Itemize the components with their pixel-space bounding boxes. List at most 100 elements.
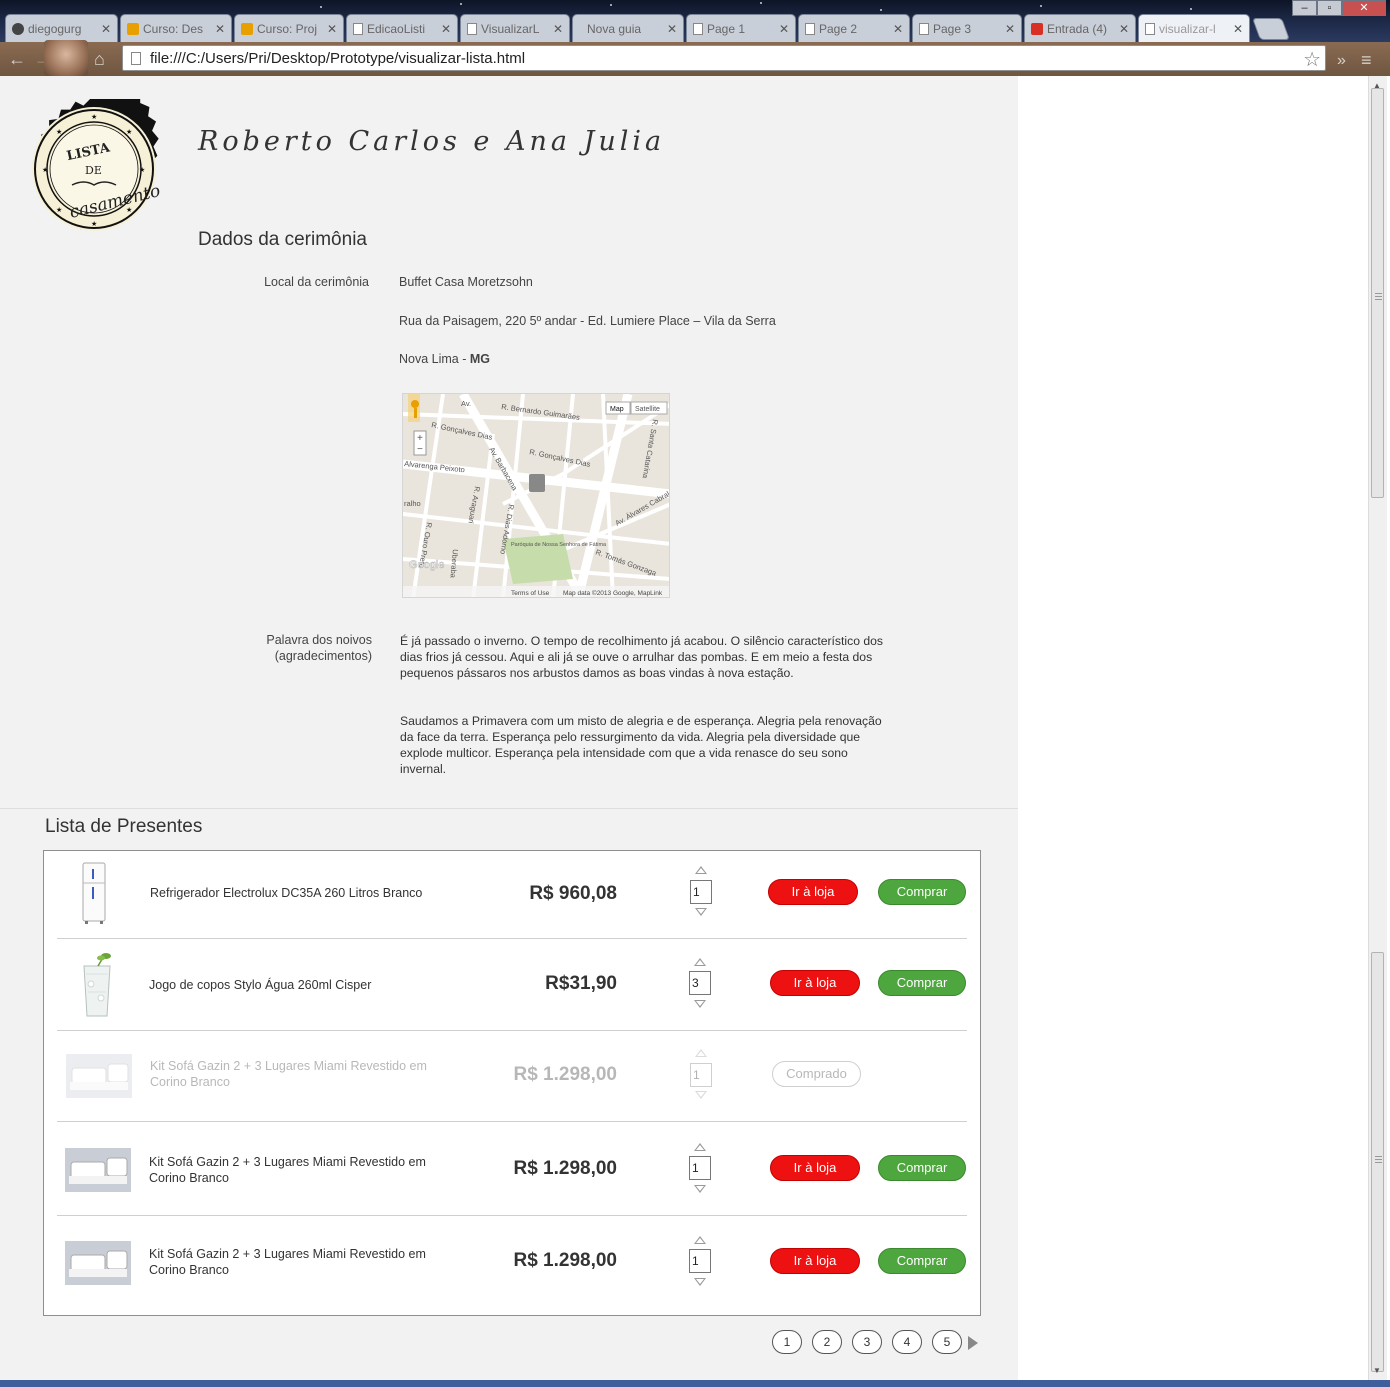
quantity-input[interactable] bbox=[689, 1156, 711, 1180]
go-to-store-button[interactable]: Ir à loja bbox=[768, 879, 858, 905]
scroll-down-icon[interactable]: ▼ bbox=[1373, 1366, 1381, 1375]
close-tab-icon[interactable]: ✕ bbox=[215, 22, 225, 36]
buy-button[interactable]: Comprar bbox=[878, 1155, 966, 1181]
next-page-arrow-icon[interactable] bbox=[968, 1336, 978, 1350]
browser-tab[interactable]: Page 1 ✕ bbox=[686, 14, 796, 42]
page-button-3[interactable]: 3 bbox=[852, 1330, 882, 1354]
row-separator bbox=[57, 1030, 967, 1031]
refrigerator-image bbox=[82, 862, 106, 924]
ceremony-heading: Dados da cerimônia bbox=[198, 229, 367, 250]
go-to-store-button[interactable]: Ir à loja bbox=[770, 1155, 860, 1181]
quantity-input[interactable] bbox=[689, 1249, 711, 1273]
gift-name: Kit Sofá Gazin 2 + 3 Lugares Miami Reves… bbox=[149, 1247, 426, 1277]
back-arrow-icon[interactable]: ← bbox=[8, 50, 26, 68]
star-glyph: ★ bbox=[42, 166, 48, 174]
scrollbar-thumb[interactable] bbox=[1371, 952, 1384, 1372]
close-window-button[interactable]: ✕ bbox=[1342, 0, 1386, 16]
extensions-chevron-icon[interactable]: » bbox=[1337, 52, 1346, 70]
page-button-5[interactable]: 5 bbox=[932, 1330, 962, 1354]
new-tab-button[interactable] bbox=[1251, 18, 1291, 40]
svg-text:−: − bbox=[417, 444, 423, 455]
browser-tab[interactable]: Nova guia ✕ bbox=[572, 14, 684, 42]
browser-tab[interactable]: Entrada (4) ✕ bbox=[1024, 14, 1136, 42]
svg-text:★: ★ bbox=[126, 128, 132, 136]
row-separator bbox=[57, 1121, 967, 1122]
address-bar[interactable]: file:///C:/Users/Pri/Desktop/Prototype/v… bbox=[122, 45, 1326, 71]
quantity-down-arrow[interactable] bbox=[695, 908, 707, 916]
bought-badge: Comprado bbox=[772, 1061, 861, 1087]
home-icon[interactable]: ⌂ bbox=[94, 50, 105, 68]
bookmark-star-icon[interactable]: ☆ bbox=[1303, 47, 1321, 72]
svg-text:★: ★ bbox=[139, 166, 145, 174]
quantity-up-arrow[interactable] bbox=[694, 1236, 706, 1244]
close-tab-icon[interactable]: ✕ bbox=[553, 22, 563, 36]
close-tab-icon[interactable]: ✕ bbox=[1119, 22, 1129, 36]
scrollbar-thumb[interactable] bbox=[1371, 88, 1384, 498]
browser-tab-strip: diegogurg ✕ Curso: Des ✕ Curso: Proj ✕ E… bbox=[0, 0, 1390, 42]
close-tab-icon[interactable]: ✕ bbox=[779, 22, 789, 36]
quantity-up-arrow[interactable] bbox=[695, 866, 707, 874]
gift-name: Refrigerador Electrolux DC35A 260 Litros… bbox=[150, 886, 423, 900]
browser-tab[interactable]: Page 2 ✕ bbox=[798, 14, 910, 42]
cursos-icon bbox=[127, 22, 139, 35]
page-button-2[interactable]: 2 bbox=[812, 1330, 842, 1354]
map-terms-link[interactable]: Terms of Use bbox=[511, 590, 550, 597]
browser-tab[interactable]: VisualizarL ✕ bbox=[460, 14, 570, 42]
browser-tab[interactable]: EdicaoListi ✕ bbox=[346, 14, 458, 42]
close-tab-icon[interactable]: ✕ bbox=[667, 22, 677, 36]
gift-price: R$ 1.298,00 bbox=[513, 1064, 617, 1085]
buy-button[interactable]: Comprar bbox=[878, 1248, 966, 1274]
close-tab-icon[interactable]: ✕ bbox=[441, 22, 451, 36]
location-map[interactable]: + − Map Satellite Av. R. Bernardo Guimar… bbox=[402, 393, 670, 598]
quantity-up-arrow[interactable] bbox=[694, 958, 706, 966]
sofa-image bbox=[65, 1241, 131, 1285]
close-tab-icon[interactable]: ✕ bbox=[101, 22, 111, 36]
go-to-store-button[interactable]: Ir à loja bbox=[770, 1248, 860, 1274]
page-icon bbox=[805, 22, 815, 35]
minimize-window-button[interactable]: – bbox=[1292, 0, 1317, 16]
browser-tab[interactable]: Curso: Proj ✕ bbox=[234, 14, 344, 42]
tab-label: Page 1 bbox=[707, 21, 746, 36]
close-tab-icon[interactable]: ✕ bbox=[1005, 22, 1015, 36]
row-separator bbox=[57, 1215, 967, 1216]
map-mode-map[interactable]: Map bbox=[610, 406, 624, 413]
svg-text:+: + bbox=[417, 433, 423, 444]
map-mode-satellite[interactable]: Satellite bbox=[635, 406, 660, 413]
window-bottom-border bbox=[0, 1380, 1390, 1387]
maximize-window-button[interactable]: ▫ bbox=[1317, 0, 1342, 16]
quantity-down-arrow[interactable] bbox=[694, 1278, 706, 1286]
svg-text:★: ★ bbox=[56, 128, 62, 136]
quantity-down-arrow[interactable] bbox=[694, 1000, 706, 1008]
tab-label: Nova guia bbox=[587, 21, 642, 36]
close-tab-icon[interactable]: ✕ bbox=[327, 22, 337, 36]
buy-button[interactable]: Comprar bbox=[878, 879, 966, 905]
menu-icon[interactable]: ≡ bbox=[1361, 50, 1372, 71]
quantity-up-arrow[interactable] bbox=[694, 1143, 706, 1151]
browser-tab[interactable]: diegogurg ✕ bbox=[5, 14, 118, 42]
page-button-4[interactable]: 4 bbox=[892, 1330, 922, 1354]
quantity-input[interactable] bbox=[689, 971, 711, 995]
page-button-1[interactable]: 1 bbox=[772, 1330, 802, 1354]
page-icon bbox=[919, 22, 929, 35]
close-tab-icon[interactable]: ✕ bbox=[893, 22, 903, 36]
close-tab-icon[interactable]: ✕ bbox=[1233, 22, 1243, 36]
svg-text:★: ★ bbox=[91, 113, 97, 121]
quantity-up-arrow bbox=[695, 1049, 707, 1057]
svg-text:ralho: ralho bbox=[404, 499, 421, 508]
tab-label: Page 3 bbox=[933, 21, 972, 36]
quantity-input[interactable] bbox=[690, 880, 712, 904]
glasses-image bbox=[83, 953, 111, 1017]
buy-button[interactable]: Comprar bbox=[878, 970, 966, 996]
page-icon bbox=[693, 22, 703, 35]
venue-address: Rua da Paisagem, 220 5º andar - Ed. Lumi… bbox=[399, 314, 776, 328]
gift-name: Jogo de copos Stylo Água 260ml Cisper bbox=[149, 978, 372, 992]
browser-tab-active[interactable]: visualizar-l ✕ bbox=[1138, 14, 1250, 42]
browser-tab[interactable]: Page 3 ✕ bbox=[912, 14, 1022, 42]
page-icon bbox=[467, 22, 477, 35]
go-to-store-button[interactable]: Ir à loja bbox=[770, 970, 860, 996]
venue-city: Nova Lima - MG bbox=[399, 352, 490, 366]
profile-avatar[interactable] bbox=[44, 40, 88, 76]
vertical-scrollbar[interactable]: ▲ ▼ bbox=[1368, 76, 1387, 1382]
browser-tab[interactable]: Curso: Des ✕ bbox=[120, 14, 232, 42]
quantity-down-arrow[interactable] bbox=[694, 1185, 706, 1193]
